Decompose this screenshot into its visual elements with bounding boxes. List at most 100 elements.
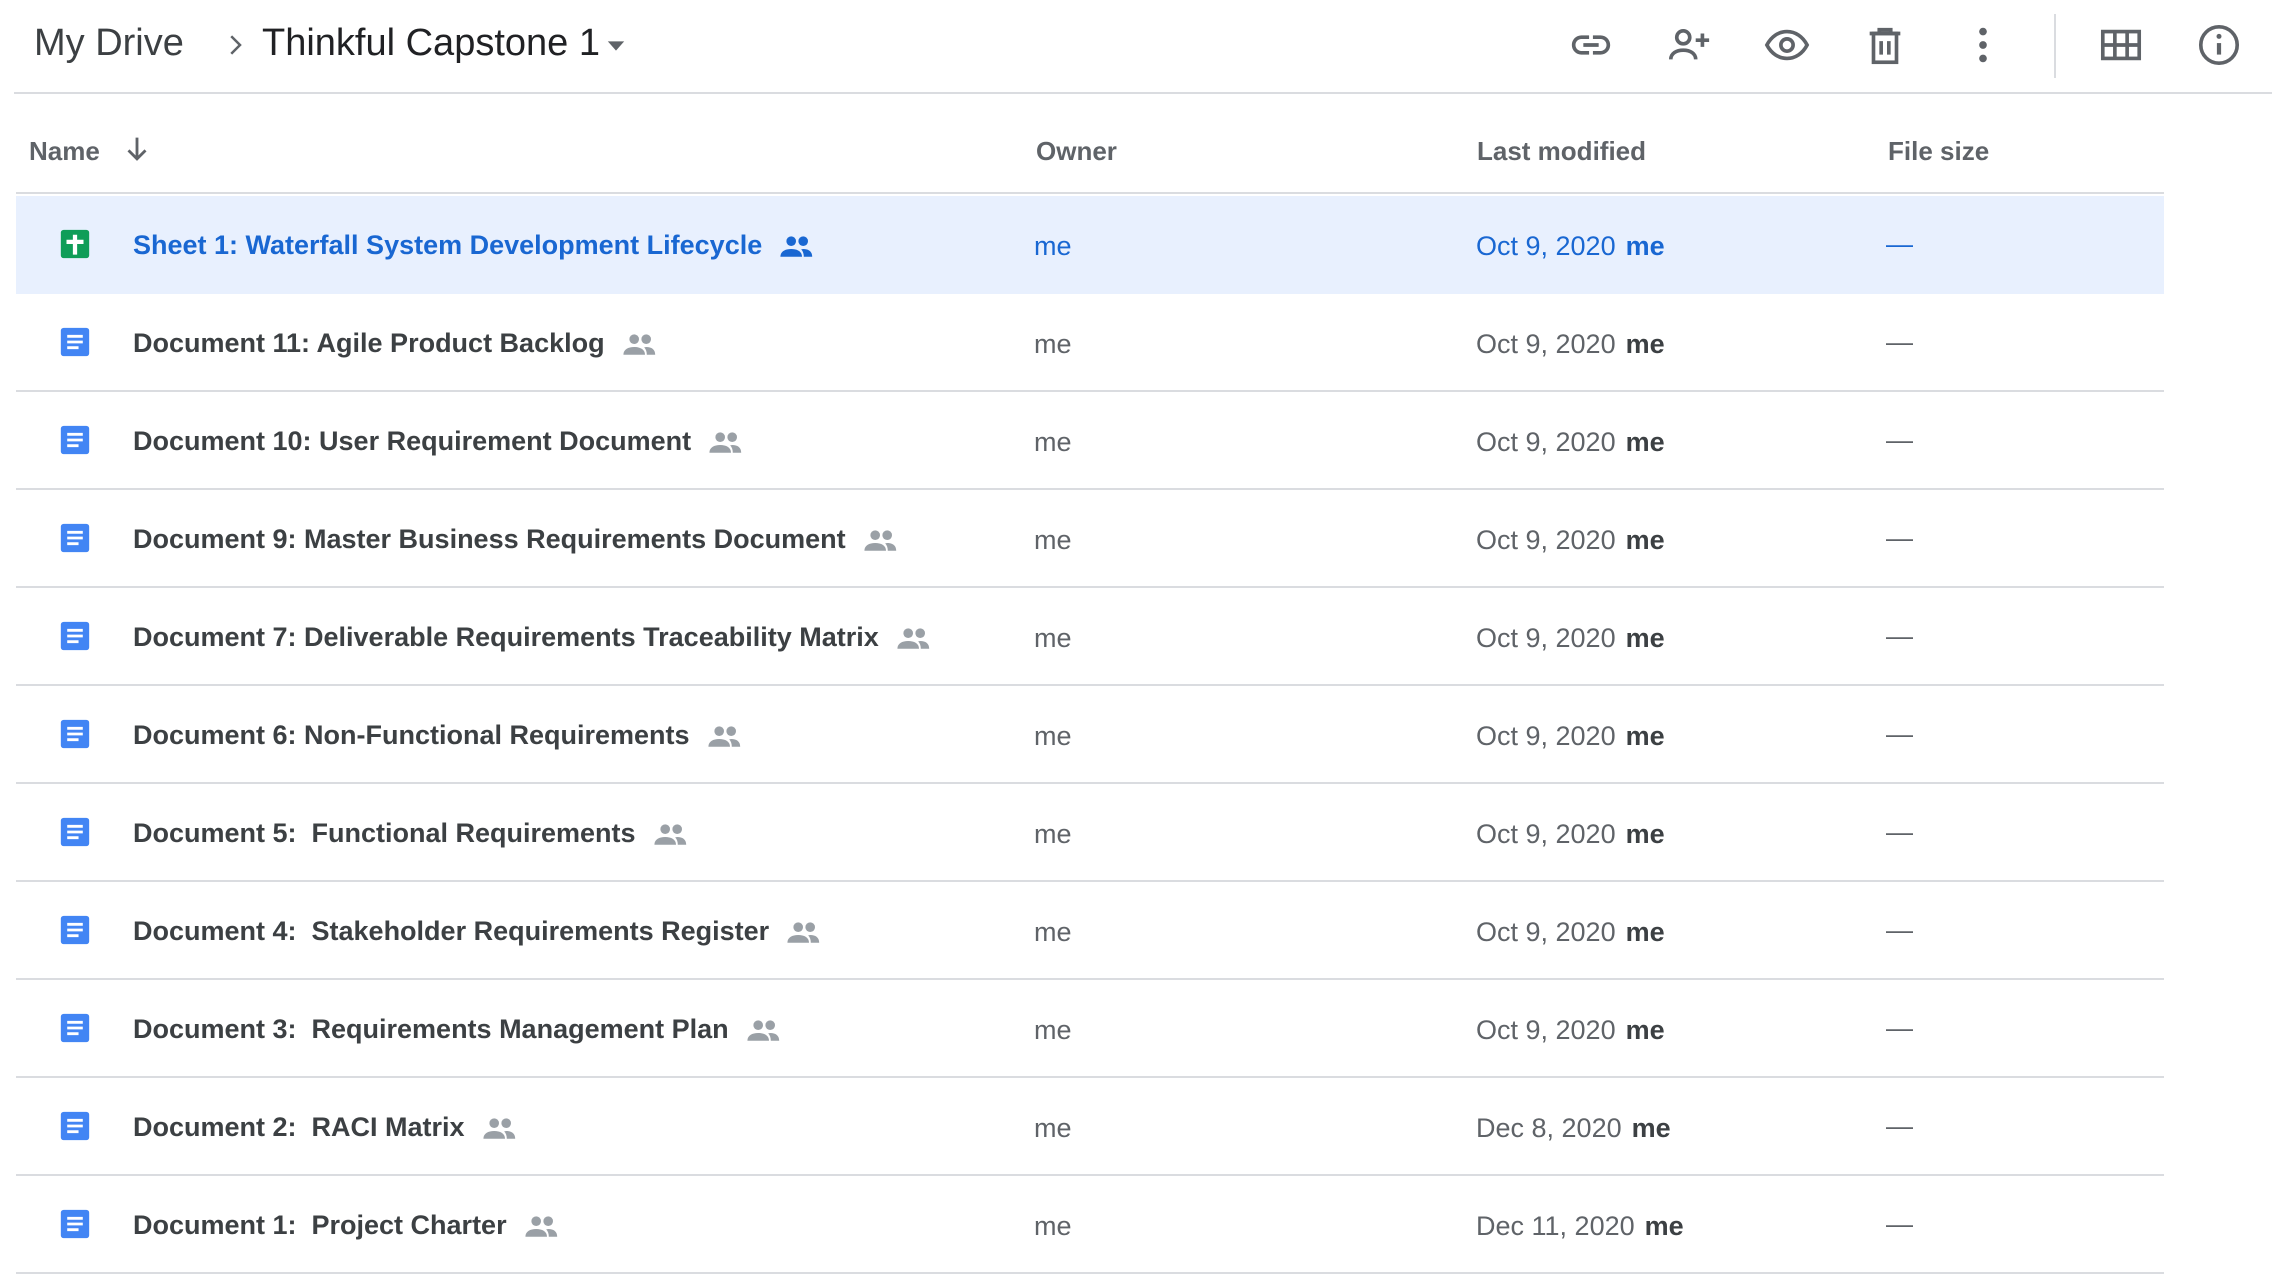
grid-view-button[interactable] (2090, 14, 2152, 76)
file-name-text: Document 6: Non-Functional Requirements (133, 720, 690, 750)
shared-icon (864, 529, 896, 551)
trash-icon (1869, 27, 1901, 65)
file-name-text: Document 9: Master Business Requirements… (133, 524, 846, 554)
modified-by: me (1625, 329, 1665, 359)
file-owner: me (1034, 329, 1072, 359)
file-owner: me (1034, 427, 1072, 457)
file-name-text: Document 11: Agile Product Backlog (133, 328, 605, 358)
file-row[interactable]: Document 10: User Requirement Document m… (16, 392, 2164, 490)
shared-icon (707, 725, 740, 747)
breadcrumb-my-drive[interactable]: My Drive (34, 22, 184, 65)
eye-icon (1764, 29, 1810, 61)
view-details-button[interactable] (2188, 14, 2250, 76)
file-name-text: Document 3: Requirements Management Plan (133, 1014, 729, 1044)
file-last-modified: Oct 9, 2020 me (1476, 721, 1665, 752)
modified-by: me (1625, 231, 1665, 261)
breadcrumb-current-folder[interactable]: Thinkful Capstone 1 (262, 22, 600, 65)
file-last-modified: Dec 11, 2020 me (1476, 1211, 1684, 1242)
file-row[interactable]: Document 7: Deliverable Requirements Tra… (16, 588, 2164, 686)
file-row[interactable]: Document 5: Functional Requirements me O… (16, 784, 2164, 882)
file-last-modified: Oct 9, 2020 me (1476, 231, 1665, 262)
modified-date: Dec 8, 2020 (1476, 1113, 1622, 1143)
add-person-icon (1668, 28, 1710, 60)
file-name-text: Sheet 1: Waterfall System Development Li… (133, 230, 763, 260)
share-button[interactable] (1658, 14, 1720, 76)
column-header-name[interactable]: Name (29, 138, 100, 164)
file-size: — (1886, 1209, 1913, 1239)
google-docs-icon (60, 523, 90, 553)
file-row[interactable]: Document 6: Non-Functional Requirements … (16, 686, 2164, 784)
modified-date: Oct 9, 2020 (1476, 819, 1616, 849)
modified-date: Oct 9, 2020 (1476, 917, 1616, 947)
more-actions-button[interactable] (1952, 14, 2014, 76)
chevron-right-icon (230, 35, 242, 55)
file-row[interactable]: Sheet 1: Waterfall System Development Li… (16, 196, 2164, 294)
top-toolbar: My Drive Thinkful Capstone 1 (14, 0, 2272, 94)
column-header-file-size: File size (1888, 136, 1990, 166)
link-icon (1571, 35, 1611, 55)
file-name-text: Document 5: Functional Requirements (133, 818, 636, 848)
file-row[interactable]: Document 4: Stakeholder Requirements Reg… (16, 882, 2164, 980)
shared-icon (897, 627, 929, 649)
file-name: Document 5: Functional Requirements (133, 818, 688, 849)
modified-date: Oct 9, 2020 (1476, 721, 1616, 751)
file-size: — (1886, 425, 1913, 455)
modified-date: Oct 9, 2020 (1476, 525, 1616, 555)
shared-icon (653, 823, 686, 845)
file-row[interactable]: Document 2: RACI Matrix me Dec 8, 2020 me… (16, 1078, 2164, 1176)
preview-button[interactable] (1756, 14, 1818, 76)
info-icon (2198, 24, 2240, 66)
shared-icon (524, 1215, 557, 1237)
file-owner: me (1034, 231, 1072, 261)
modified-date: Oct 9, 2020 (1476, 329, 1616, 359)
file-size: — (1886, 621, 1913, 651)
column-header-owner[interactable]: Owner (1036, 138, 1117, 164)
file-name: Sheet 1: Waterfall System Development Li… (133, 230, 814, 261)
toolbar-divider (2054, 14, 2056, 78)
modified-by: me (1625, 721, 1665, 751)
file-name: Document 1: Project Charter (133, 1210, 559, 1241)
file-row[interactable]: Document 1: Project Charter me Dec 11, 2… (16, 1176, 2164, 1274)
google-sheets-icon (60, 229, 90, 259)
file-list: Sheet 1: Waterfall System Development Li… (16, 196, 2164, 1274)
grid-view-icon (2100, 29, 2142, 61)
file-last-modified: Dec 8, 2020 me (1476, 1113, 1671, 1144)
file-name-text: Document 7: Deliverable Requirements Tra… (133, 622, 879, 652)
modified-by: me (1625, 623, 1665, 653)
file-owner: me (1034, 1211, 1072, 1241)
caret-down-icon[interactable] (600, 32, 632, 60)
modified-by: me (1631, 1113, 1671, 1143)
modified-date: Dec 11, 2020 (1476, 1211, 1635, 1241)
file-row[interactable]: Document 11: Agile Product Backlog me Oc… (16, 294, 2164, 392)
file-name: Document 10: User Requirement Document (133, 426, 743, 457)
shared-icon (622, 333, 655, 355)
modified-by: me (1625, 525, 1665, 555)
file-last-modified: Oct 9, 2020 me (1476, 329, 1665, 360)
file-size: — (1886, 817, 1913, 847)
file-last-modified: Oct 9, 2020 me (1476, 525, 1665, 556)
file-size: — (1886, 1111, 1913, 1141)
file-owner: me (1034, 819, 1072, 849)
google-docs-icon (60, 719, 90, 749)
file-size: — (1886, 915, 1913, 945)
arrow-down-icon[interactable] (120, 132, 154, 166)
shared-icon (787, 921, 820, 943)
google-docs-icon (60, 621, 90, 651)
file-name: Document 7: Deliverable Requirements Tra… (133, 622, 931, 653)
file-row[interactable]: Document 9: Master Business Requirements… (16, 490, 2164, 588)
shared-icon (747, 1019, 779, 1041)
google-docs-icon (60, 327, 90, 357)
file-last-modified: Oct 9, 2020 me (1476, 623, 1665, 654)
modified-date: Oct 9, 2020 (1476, 1015, 1616, 1045)
google-docs-icon (60, 1013, 90, 1043)
file-name: Document 9: Master Business Requirements… (133, 524, 898, 555)
file-last-modified: Oct 9, 2020 me (1476, 917, 1665, 948)
column-header-last-modified[interactable]: Last modified (1477, 138, 1646, 164)
file-name: Document 2: RACI Matrix (133, 1112, 517, 1143)
remove-button[interactable] (1854, 14, 1916, 76)
file-last-modified: Oct 9, 2020 me (1476, 427, 1665, 458)
file-last-modified: Oct 9, 2020 me (1476, 819, 1665, 850)
file-row[interactable]: Document 3: Requirements Management Plan… (16, 980, 2164, 1078)
file-owner: me (1034, 1113, 1072, 1143)
get-link-button[interactable] (1560, 14, 1622, 76)
